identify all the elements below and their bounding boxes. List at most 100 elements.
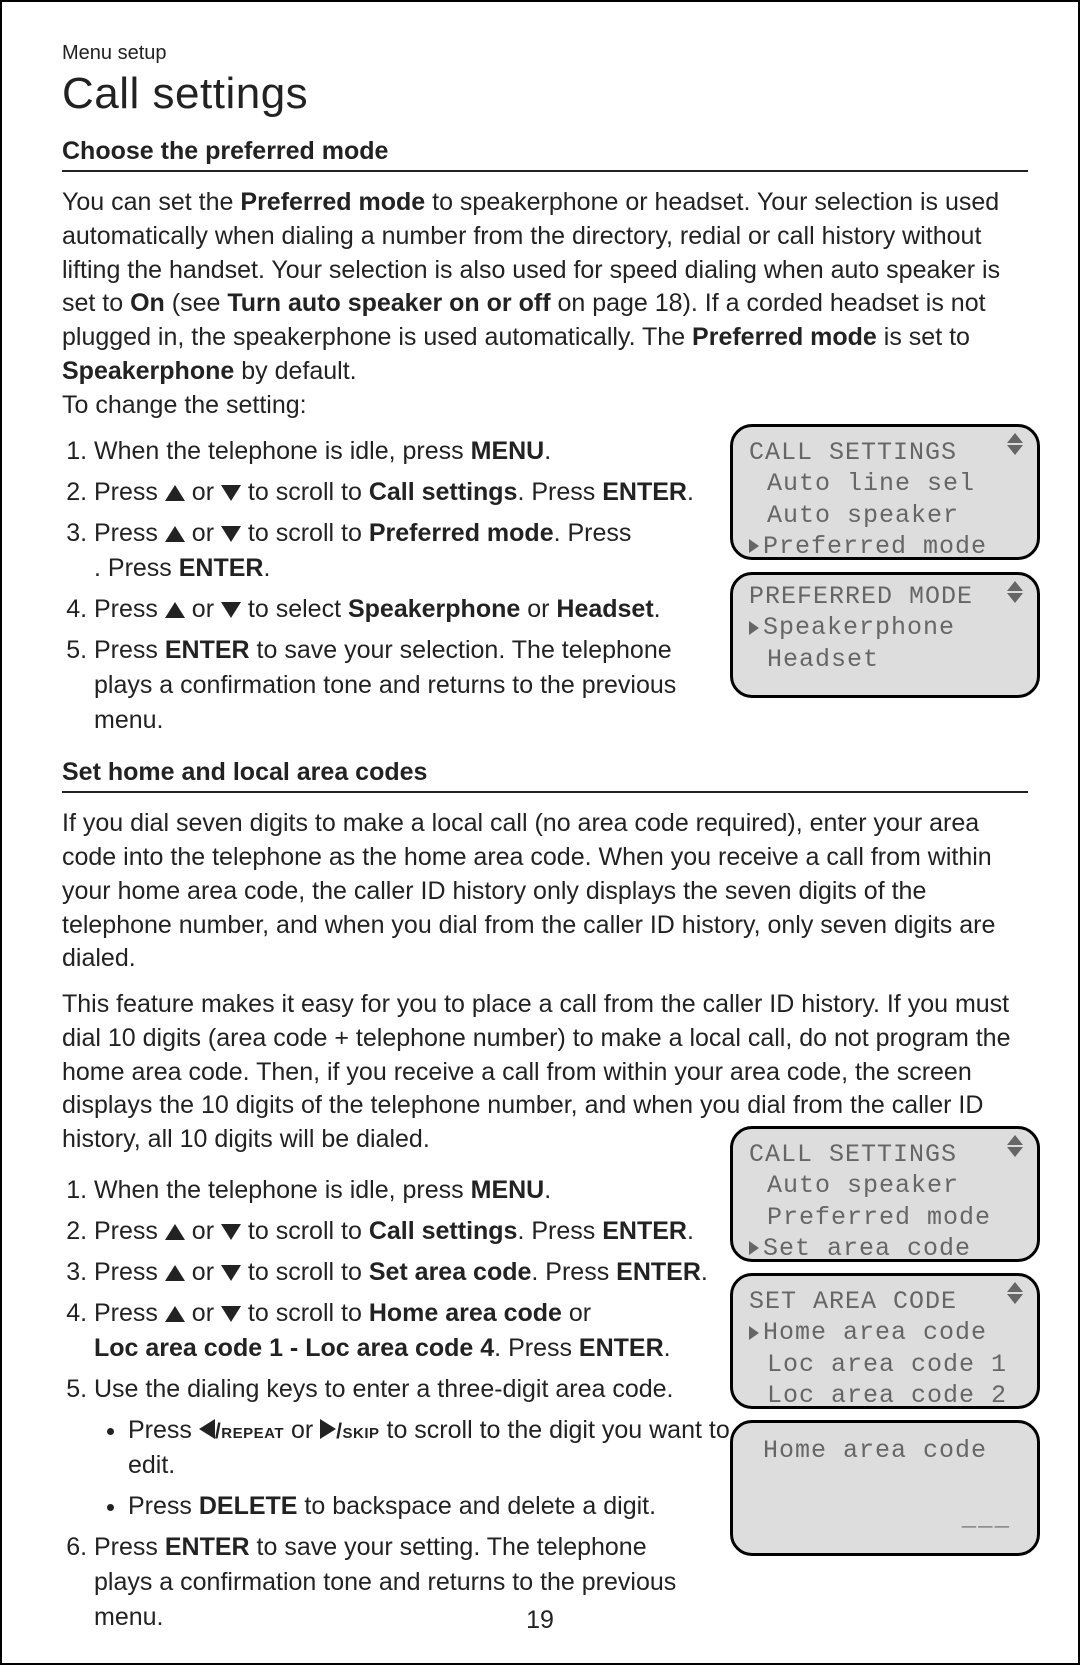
manual-page: Menu setup Call settings Choose the pref… [0,0,1080,1665]
pointer-icon [749,1241,759,1255]
step: Use the dialing keys to enter a three-di… [94,1372,754,1524]
text: or [185,1299,221,1327]
step: Press or to scroll to Call settings. Pre… [94,475,724,510]
bold-text: Headset [556,595,653,623]
text: When the telephone is idle, press [94,437,471,465]
text: . [687,1217,694,1245]
section1-heading: Choose the preferred mode [62,137,1028,166]
lcd-row: Loc area code 1 [749,1349,1023,1380]
text: to scroll to [241,1217,369,1245]
bold-text: ENTER [579,1334,664,1362]
bold-text: MENU [471,437,545,465]
text: or [284,1416,320,1444]
bold-text: Turn auto speaker on or off [227,289,550,317]
lcd-row-selected: Home area code [749,1317,1023,1348]
substep: Press DELETE to backspace and delete a d… [128,1489,754,1524]
bold-text: ENTER [165,1533,250,1561]
lcd-row-selected: Speakerphone [749,612,1023,643]
bold-text: Preferred mode [240,188,425,216]
bold-text: ENTER [179,554,264,582]
text: to scroll to [241,1258,369,1286]
bold-text: ENTER [602,478,687,506]
bold-text: Speakerphone [62,357,234,385]
triangle-down-icon [221,485,241,501]
text: . [544,437,551,465]
text: . [654,595,661,623]
bold-text: Set area code [369,1258,532,1286]
text: . Press [94,554,179,582]
divider [62,170,1028,172]
text: or [562,1299,591,1327]
text: To change the setting: [62,391,307,419]
text: When the telephone is idle, press [94,1176,471,1204]
text: to select [241,595,348,623]
lcd-row: Auto line sel [749,468,1023,499]
lcd-row: Headset [749,644,1023,675]
text: Press [94,1533,165,1561]
text: to backspace and delete a digit. [297,1492,656,1520]
text: to scroll to [241,1299,369,1327]
breadcrumb: Menu setup [62,42,1028,65]
lcd-title: Home area code [749,1433,1023,1466]
section2-paragraph1: If you dial seven digits to make a local… [62,807,1028,976]
text: Press [94,1217,165,1245]
bold-text: Call settings [369,1217,518,1245]
triangle-right-icon [320,1419,336,1439]
lcd-screen-set-area-code: SET AREA CODE Home area code Loc area co… [730,1273,1040,1409]
up-down-icon [1007,581,1023,603]
triangle-down-icon [221,1265,241,1281]
step: Press ENTER to save your selection. The … [94,633,724,738]
bold-text: ENTER [602,1217,687,1245]
lcd-row: Loc area code 2 [749,1380,1023,1411]
text: . [701,1258,708,1286]
lcd-title: CALL SETTINGS [749,1139,1023,1170]
bold-text: On [130,289,165,317]
bold-text: ENTER [616,1258,701,1286]
text: or [185,519,221,547]
lcd-screen-home-area-code: Home area code ___ [730,1420,1040,1556]
up-down-icon [1007,433,1023,455]
triangle-up-icon [165,1306,185,1322]
step: When the telephone is idle, press MENU. [94,434,724,469]
triangle-down-icon [221,526,241,542]
lcd-row: Preferred mode [749,1202,1023,1233]
lcd-screen-call-settings-1: CALL SETTINGS Auto line sel Auto speaker… [730,424,1040,560]
bold-text: Preferred mode [369,519,554,547]
bold-text: MENU [471,1176,545,1204]
text: . Press [554,519,632,547]
section1-paragraph: You can set the Preferred mode to speake… [62,186,1028,422]
lcd-text: Set area code [763,1233,971,1264]
lcd-text: Preferred mode [763,531,987,562]
text: is set to [877,323,970,351]
step: Press or to scroll to Preferred mode. Pr… [94,516,724,586]
triangle-up-icon [165,602,185,618]
lcd-row-selected: Set area code [749,1233,1023,1264]
step: Press or to select Speakerphone or Heads… [94,592,724,627]
text: . [687,478,694,506]
text: Press [94,1258,165,1286]
pointer-icon [749,1326,759,1340]
text: . Press [531,1258,616,1286]
triangle-up-icon [165,485,185,501]
step: When the telephone is idle, press MENU. [94,1173,734,1208]
triangle-down-icon [221,1306,241,1322]
lcd-row: Auto speaker [749,1170,1023,1201]
pointer-icon [749,539,759,553]
text: . [664,1334,671,1362]
triangle-left-icon [199,1419,215,1439]
lcd-screen-preferred-mode: PREFERRED MODE Speakerphone Headset [730,572,1040,698]
text: or [185,1217,221,1245]
lcd-text: Home area code [763,1317,987,1348]
substep: Press /repeat or /skip to scroll to the … [128,1413,754,1483]
text: Press [94,519,165,547]
bold-text: Home area code [369,1299,562,1327]
text: Press [94,636,165,664]
text: You can set the [62,188,240,216]
text: Press [94,478,165,506]
section2-heading: Set home and local area codes [62,758,1028,787]
text: Use the dialing keys to enter a three-di… [94,1375,674,1403]
text: . Press [517,478,602,506]
text: (see [165,289,228,317]
smallcaps-text: /skip [336,1419,379,1443]
text: Press [94,595,165,623]
